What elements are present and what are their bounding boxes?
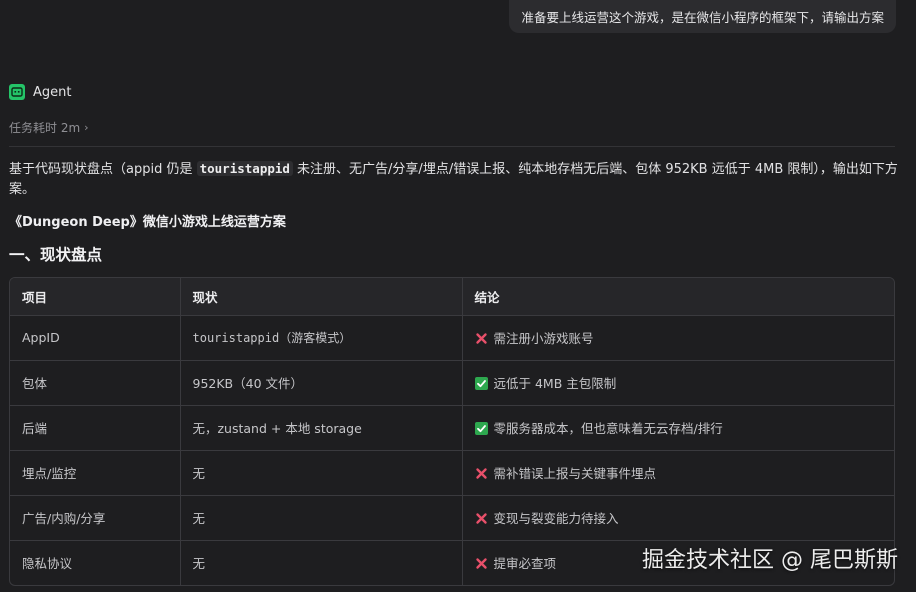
check-icon	[474, 422, 488, 435]
cell-item: 隐私协议	[10, 540, 181, 585]
agent-header: Agent	[9, 84, 71, 100]
cell-item: 包体	[10, 360, 181, 406]
cell-item: AppID	[10, 315, 181, 361]
cell-item: 埋点/监控	[10, 450, 181, 496]
table-row: 后端 无，zustand + 本地 storage 零服务器成本，但也意味着无云…	[10, 405, 894, 451]
table-row: 广告/内购/分享 无 变现与裂变能力待接入	[10, 495, 894, 541]
status-table: 项目 现状 结论 AppID touristappid（游客模式） 需注册小游戏…	[9, 277, 895, 586]
conclusion-text: 需注册小游戏账号	[493, 331, 594, 346]
intro-text-1: 基于代码现状盘点（appid 仍是	[9, 162, 197, 177]
chat-page: 准备要上线运营这个游戏，是在微信小程序的框架下，请输出方案 Agent 任务耗时…	[0, 0, 916, 592]
user-message-text: 准备要上线运营这个游戏，是在微信小程序的框架下，请输出方案	[521, 10, 884, 25]
robot-icon	[9, 84, 25, 100]
cell-conclusion: 远低于 4MB 主包限制	[462, 360, 894, 406]
cell-status: 无，zustand + 本地 storage	[180, 405, 463, 451]
table-row: AppID touristappid（游客模式） 需注册小游戏账号	[10, 315, 894, 361]
cross-icon	[475, 332, 488, 345]
intro-paragraph: 基于代码现状盘点（appid 仍是 touristappid 未注册、无广告/分…	[9, 159, 899, 200]
section-heading: 一、现状盘点	[9, 246, 103, 264]
cross-icon	[475, 557, 488, 570]
cell-conclusion: 变现与裂变能力待接入	[462, 495, 894, 541]
cell-status: 无	[180, 540, 463, 585]
cross-icon	[475, 467, 488, 480]
conclusion-text: 远低于 4MB 主包限制	[493, 376, 617, 391]
header-item: 项目	[10, 278, 181, 316]
table-header-row: 项目 现状 结论	[10, 278, 894, 316]
user-message-bubble: 准备要上线运营这个游戏，是在微信小程序的框架下，请输出方案	[509, 0, 896, 33]
task-time-label: 任务耗时 2m	[9, 121, 81, 135]
task-time-toggle[interactable]: 任务耗时 2m ›	[9, 119, 89, 136]
cell-conclusion: 零服务器成本，但也意味着无云存档/排行	[462, 405, 894, 451]
cross-icon	[475, 512, 488, 525]
cell-item: 后端	[10, 405, 181, 451]
cell-conclusion: 需补错误上报与关键事件埋点	[462, 450, 894, 496]
check-icon	[474, 377, 488, 390]
cell-status: 无	[180, 450, 463, 496]
inline-code: touristappid	[196, 161, 293, 176]
cell-item: 广告/内购/分享	[10, 495, 181, 541]
cell-status: 无	[180, 495, 463, 541]
conclusion-text: 变现与裂变能力待接入	[493, 511, 619, 526]
chevron-right-icon: ›	[84, 121, 89, 134]
header-status: 现状	[180, 278, 463, 316]
agent-name: Agent	[33, 84, 72, 100]
table-row: 包体 952KB（40 文件） 远低于 4MB 主包限制	[10, 360, 894, 406]
cell-status: touristappid（游客模式）	[180, 315, 463, 361]
cell-conclusion: 需注册小游戏账号	[462, 315, 894, 361]
conclusion-text: 零服务器成本，但也意味着无云存档/排行	[493, 421, 723, 436]
watermark: 掘金技术社区 @ 尾巴斯斯	[642, 548, 898, 573]
header-conclusion: 结论	[462, 278, 894, 316]
conclusion-text: 提审必查项	[493, 556, 557, 572]
divider	[9, 146, 895, 147]
table-row: 埋点/监控 无 需补错误上报与关键事件埋点	[10, 450, 894, 496]
cell-status: 952KB（40 文件）	[180, 360, 463, 406]
plan-title: 《Dungeon Deep》微信小游戏上线运营方案	[9, 215, 286, 230]
conclusion-text: 需补错误上报与关键事件埋点	[493, 466, 657, 481]
